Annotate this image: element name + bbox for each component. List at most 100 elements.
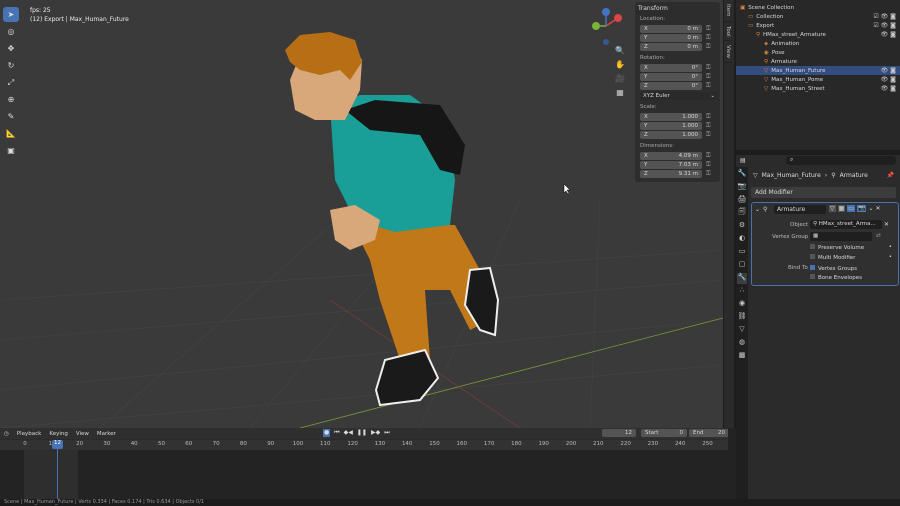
constraints-tab-icon[interactable]: ⛓ bbox=[737, 312, 747, 323]
preserve-volume-checkbox[interactable] bbox=[810, 244, 815, 249]
visibility-toggles[interactable]: 👁 ◙ bbox=[881, 67, 896, 74]
visibility-toggles[interactable]: ☑ 👁 ◙ bbox=[873, 13, 896, 20]
lock-icon[interactable]: ⚿ bbox=[706, 152, 711, 160]
visibility-toggles[interactable]: 👁 ◙ bbox=[881, 76, 896, 83]
outliner-row[interactable]: ▽ Max_Human_Pome 👁 ◙ bbox=[736, 75, 900, 84]
scale-z-field[interactable]: Z 1.000 bbox=[640, 130, 702, 139]
world-tab-icon[interactable]: ◐ bbox=[737, 234, 747, 245]
vertex-groups-option[interactable]: Vertex Groups bbox=[810, 265, 857, 272]
prev-keyframe-icon[interactable]: ◆◀ bbox=[344, 429, 353, 437]
camera-icon[interactable]: 🎥 bbox=[613, 74, 627, 86]
playhead-frame-badge[interactable]: 12 bbox=[52, 440, 63, 449]
texture-tab-icon[interactable]: ▩ bbox=[737, 351, 747, 362]
viewport-display-icon[interactable]: ▭ bbox=[847, 205, 855, 212]
measure-icon[interactable]: 📐 bbox=[3, 126, 19, 141]
jump-end-icon[interactable]: ⏭ bbox=[384, 429, 389, 437]
select-cursor-icon[interactable]: ➤ bbox=[3, 7, 19, 22]
tool-tab-icon[interactable]: 🔧 bbox=[737, 169, 747, 180]
dimensions-z-field[interactable]: Z 9.31 m bbox=[640, 169, 702, 178]
playhead-line[interactable] bbox=[57, 440, 58, 506]
collapse-chevron-icon[interactable]: ⌄ bbox=[755, 206, 760, 213]
render-display-icon[interactable]: 📷 bbox=[856, 205, 867, 212]
visibility-toggles[interactable]: ☑ 👁 ◙ bbox=[873, 22, 896, 29]
collection-tab-icon[interactable]: ▭ bbox=[737, 247, 747, 258]
jump-start-icon[interactable]: ⏮ bbox=[334, 429, 339, 437]
transform-icon[interactable]: ⊕ bbox=[3, 92, 19, 107]
lock-icon[interactable]: ⚿ bbox=[706, 43, 711, 51]
bone-envelopes-checkbox[interactable] bbox=[810, 274, 815, 279]
transform-header[interactable]: Transform bbox=[638, 5, 717, 12]
physics-tab-icon[interactable]: ◉ bbox=[737, 299, 747, 310]
current-frame-field[interactable]: 12 bbox=[602, 429, 636, 437]
outliner-row[interactable]: ◈ Animation bbox=[736, 39, 900, 48]
location-x-field[interactable]: X0 m bbox=[640, 24, 702, 33]
on-cage-icon[interactable]: ▽ bbox=[829, 205, 836, 212]
pin-icon[interactable]: 📌 bbox=[887, 172, 894, 179]
annotate-icon[interactable]: ✎ bbox=[3, 109, 19, 124]
outliner-row[interactable]: ▭ Export ☑ 👁 ◙ bbox=[736, 21, 900, 30]
editor-type-icon[interactable]: ◷ bbox=[4, 431, 9, 437]
render-tab-icon[interactable]: 📷 bbox=[737, 182, 747, 193]
output-tab-icon[interactable]: 🖨 bbox=[737, 195, 747, 206]
outliner-row[interactable]: ▽ Max_Human_Future 👁 ◙ bbox=[736, 66, 900, 75]
edit-mode-icon[interactable]: ▦ bbox=[837, 205, 846, 212]
multi-modifier-checkbox[interactable] bbox=[810, 254, 815, 259]
start-frame-field[interactable]: Start 0 bbox=[641, 429, 687, 437]
particles-tab-icon[interactable]: ∴ bbox=[737, 286, 747, 297]
location-z-field[interactable]: Z0 m bbox=[640, 42, 702, 51]
material-tab-icon[interactable]: ◍ bbox=[737, 338, 747, 349]
dimensions-y-field[interactable]: Y 7.03 m bbox=[640, 160, 702, 169]
outliner-row[interactable]: ▽ Max_Human_Street 👁 ◙ bbox=[736, 84, 900, 93]
outliner-row[interactable]: ◉ Pose bbox=[736, 48, 900, 57]
scale-x-field[interactable]: X 1.000 bbox=[640, 112, 702, 121]
view-layer-tab-icon[interactable]: 🗐 bbox=[737, 208, 747, 219]
dropdown-chevron-icon[interactable]: ⌄ bbox=[868, 205, 873, 212]
tab-tool[interactable]: Tool bbox=[724, 22, 732, 42]
menu-view[interactable]: View bbox=[76, 431, 89, 437]
rotation-x-field[interactable]: X 0° bbox=[640, 63, 702, 72]
data-tab-icon[interactable]: ▽ bbox=[737, 325, 747, 336]
outliner-row[interactable]: ⚲ HMax_street_Armature 👁 ◙ bbox=[736, 30, 900, 39]
clear-field-icon[interactable]: ✕ bbox=[884, 221, 889, 228]
end-frame-field[interactable]: End 20 bbox=[689, 429, 729, 437]
tab-view[interactable]: View bbox=[724, 41, 732, 64]
rotation-mode-select[interactable]: XYZ Euler ⌄ bbox=[640, 92, 718, 100]
vertex-group-field[interactable]: ▦ bbox=[810, 232, 872, 241]
location-y-field[interactable]: Y0 m bbox=[640, 33, 702, 42]
lock-icon[interactable]: ⚿ bbox=[706, 34, 711, 42]
move-icon[interactable]: ✥ bbox=[3, 41, 19, 56]
record-icon[interactable]: ● bbox=[323, 429, 331, 437]
outliner-row[interactable]: ⚲ Armature bbox=[736, 57, 900, 66]
visibility-toggles[interactable]: 👁 ◙ bbox=[881, 85, 896, 92]
grid-view-icon[interactable]: ▦ bbox=[613, 88, 627, 100]
lock-icon[interactable]: ⚿ bbox=[706, 25, 711, 33]
tab-item[interactable]: Item bbox=[724, 0, 732, 22]
outliner-row[interactable]: ▣ Scene Collection bbox=[736, 3, 900, 12]
lock-icon[interactable]: ⚿ bbox=[706, 122, 711, 130]
close-icon[interactable]: ✕ bbox=[875, 205, 880, 212]
bone-envelopes-option[interactable]: Bone Envelopes bbox=[810, 274, 862, 281]
vertex-groups-checkbox[interactable] bbox=[810, 265, 815, 270]
keyframe-track[interactable] bbox=[0, 440, 728, 506]
add-modifier-button[interactable]: Add Modifier bbox=[751, 187, 896, 198]
modifier-tab-icon[interactable]: 🔧 bbox=[737, 273, 747, 284]
dimensions-x-field[interactable]: X 4.09 m bbox=[640, 151, 702, 160]
menu-keying[interactable]: Keying bbox=[49, 431, 67, 437]
3d-viewport[interactable]: ➤ ◎ ✥ ↻ ⤢ ⊕ ✎ 📐 ▣ fps: 25 (12) Export | … bbox=[0, 0, 723, 428]
pan-hand-icon[interactable]: ✋ bbox=[613, 60, 627, 72]
scale-icon[interactable]: ⤢ bbox=[3, 75, 19, 90]
frame-ruler[interactable]: 0102030405060708090100110120130140150160… bbox=[0, 440, 728, 450]
cursor-icon[interactable]: ◎ bbox=[3, 24, 19, 39]
lock-icon[interactable]: ⚿ bbox=[706, 73, 711, 81]
lock-icon[interactable]: ⚿ bbox=[706, 82, 711, 90]
visibility-toggles[interactable]: 👁 ◙ bbox=[881, 31, 896, 38]
pause-icon[interactable]: ❚❚ bbox=[357, 429, 367, 437]
lock-icon[interactable]: ⚿ bbox=[706, 131, 711, 139]
lock-icon[interactable]: ⚿ bbox=[706, 170, 711, 178]
lock-icon[interactable]: ⚿ bbox=[706, 113, 711, 121]
scene-tab-icon[interactable]: ⚙ bbox=[737, 221, 747, 232]
object-tab-icon[interactable]: ▢ bbox=[737, 260, 747, 271]
modifier-name-field[interactable]: Armature bbox=[774, 205, 826, 214]
rotate-icon[interactable]: ↻ bbox=[3, 58, 19, 73]
menu-playback[interactable]: Playback bbox=[17, 431, 42, 437]
